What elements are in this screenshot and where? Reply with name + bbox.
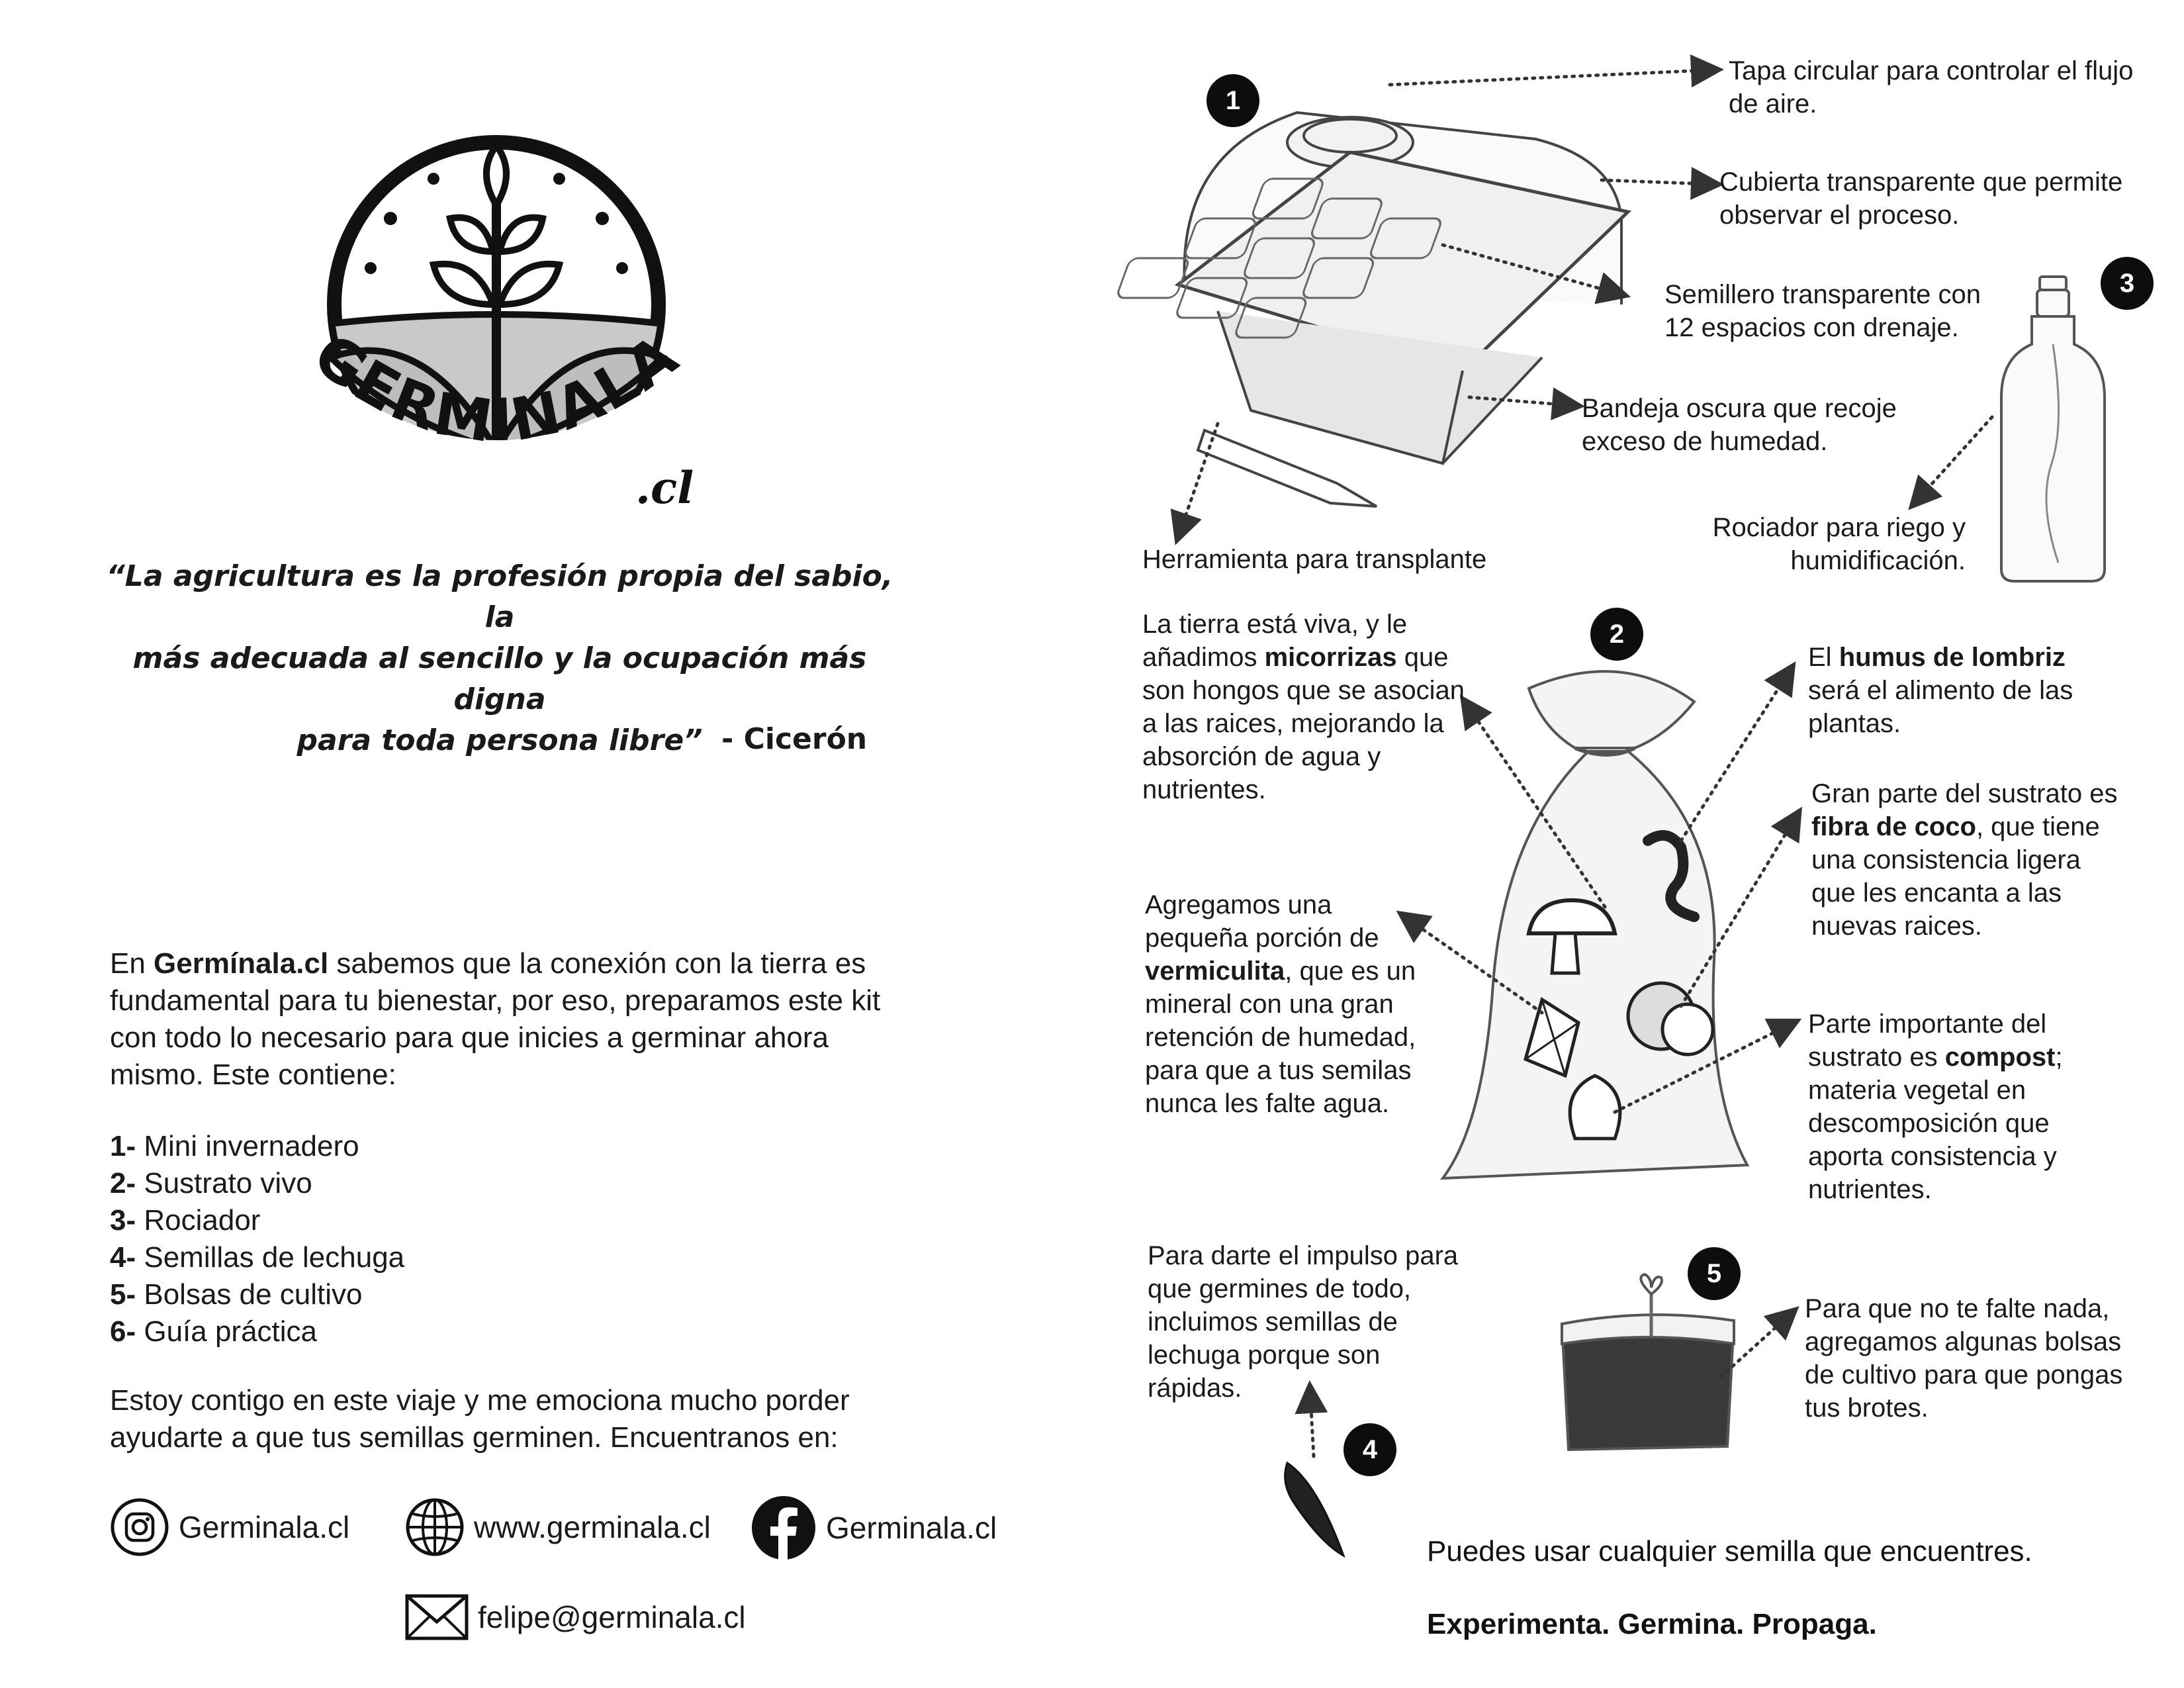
grow-bags-label: Para que no te falte nada, agregamos alg… xyxy=(1805,1294,2123,1423)
dark-tray-label: Bandeja oscura que recoje exceso de humed… xyxy=(1582,394,1897,456)
footer-slogan: Experimenta. Germina. Propaga. xyxy=(1427,1608,1877,1640)
seed-illustration xyxy=(1284,1461,1345,1558)
humus-label: El humus de lombriz será el alimento de … xyxy=(1808,643,2073,738)
badge-4: 4 xyxy=(1343,1423,1396,1476)
sprayer-illustration xyxy=(2000,275,2106,583)
compost-label: Parte importante del sustrato es compost… xyxy=(1808,1009,2063,1204)
mycorrhizae-label: La tierra está viva, y le añadimos micor… xyxy=(1142,610,1465,804)
transplant-tool-label: Herramienta para transplante xyxy=(1142,545,1487,574)
seeds-label: Para darte el impulso para que germines … xyxy=(1148,1241,1459,1403)
sprayer-label: Rociador para riego y humidificación. xyxy=(1712,513,1966,575)
footer-note: Puedes usar cualquier semilla que encuen… xyxy=(1427,1535,2032,1568)
substrate-bag-illustration xyxy=(1439,670,1750,1180)
cover-label: Cubierta transparente que permite observa… xyxy=(1719,167,2123,230)
vermiculite-label: Agregamos una pequeña porción de vermicu… xyxy=(1145,890,1416,1118)
greenhouse-illustration xyxy=(1117,111,1632,465)
badge-2: 2 xyxy=(1590,608,1643,661)
tray-label: Semillero transparente con 12 espacios co… xyxy=(1664,280,1981,342)
badge-1: 1 xyxy=(1206,74,1259,127)
grow-bag-illustration xyxy=(1560,1272,1736,1452)
badge-3: 3 xyxy=(2101,257,2154,310)
lid-label: Tapa circular para controlar el flujo de … xyxy=(1729,56,2134,118)
transplant-tool-illustration xyxy=(1196,428,1378,508)
coconut-fiber-label: Gran parte del sustrato es fibra de coco… xyxy=(1811,779,2118,941)
badge-5: 5 xyxy=(1688,1247,1741,1300)
